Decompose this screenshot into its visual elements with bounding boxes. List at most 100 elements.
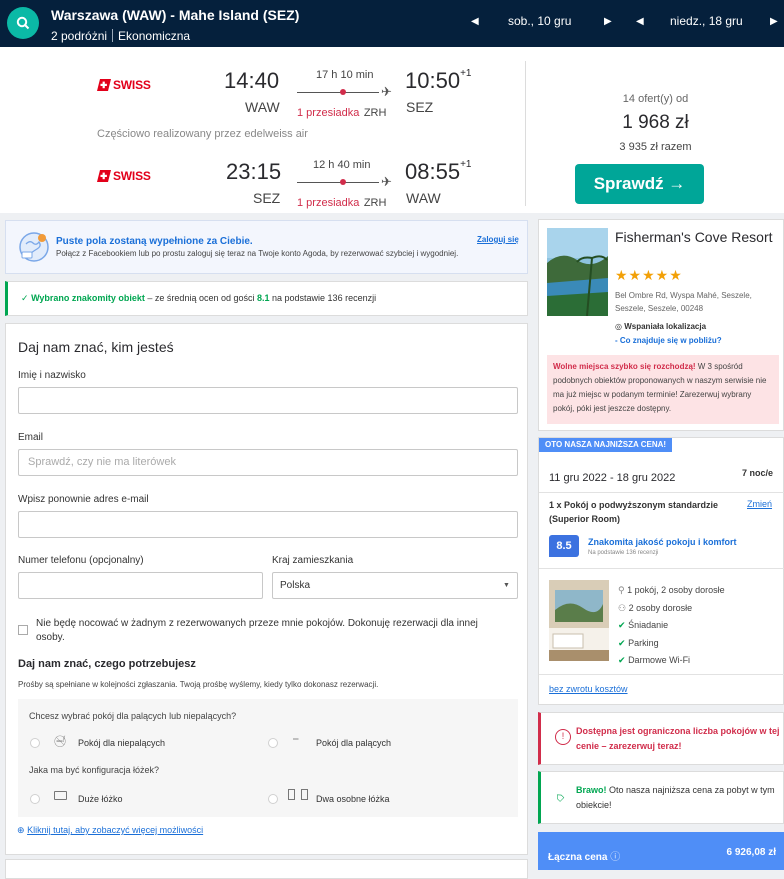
- outbound-dep-airport: WAW: [245, 99, 280, 115]
- no-refund-link[interactable]: bez zwrotu kosztów: [549, 684, 628, 694]
- location-badge: ◎ Wspaniała lokalizacja: [615, 322, 707, 331]
- inbound-arr-airport: WAW: [406, 190, 441, 206]
- globe-icon: [17, 230, 51, 269]
- country-select[interactable]: Polska ▼: [272, 572, 518, 599]
- smoking-radio[interactable]: [268, 738, 278, 748]
- selected-property-text: ✓ Wybrano znakomity obiekt – ze średnią …: [21, 293, 377, 303]
- prev-date-out-icon[interactable]: ◀: [471, 16, 479, 27]
- divider: [525, 61, 526, 206]
- email-label: Email: [18, 432, 44, 443]
- date-out[interactable]: sob., 10 gru: [508, 14, 571, 28]
- prev-date-back-icon[interactable]: ◀: [636, 16, 644, 27]
- feature-adults: ⚇ 2 osoby dorosłe: [618, 602, 693, 613]
- change-room-link[interactable]: Zmień: [747, 499, 772, 509]
- total-price-bar[interactable]: Łączna cena ⓘ 6 926,08 zł: [538, 832, 784, 870]
- inbound-duration: 12 h 40 min: [313, 159, 371, 171]
- travellers-count: 2 podróżni: [51, 29, 108, 43]
- form-title: Daj nam znać, kim jesteś: [18, 339, 174, 355]
- needs-title: Daj nam znać, czego potrzebujesz: [18, 658, 196, 670]
- check-flight-button[interactable]: Sprawdź →: [575, 164, 704, 204]
- email-placeholder: Sprawdź, czy nie ma literówek: [28, 456, 176, 468]
- feature-occupancy: ⚲ 1 pokój, 2 osoby dorosłe: [618, 585, 725, 595]
- caret-down-icon: ▼: [503, 582, 510, 589]
- inbound-dep-time: 23:15: [226, 159, 282, 184]
- flight-price: 1 968 zł: [622, 112, 689, 133]
- date-back[interactable]: niedz., 18 gru: [670, 14, 743, 28]
- room-score-text: Znakomita jakość pokoju i komfort: [588, 537, 737, 547]
- star-rating-icon: ★★★★★: [615, 267, 683, 283]
- more-options-text[interactable]: Kliknij tutaj, aby zobaczyć więcej możli…: [27, 825, 203, 835]
- outbound-duration: 17 h 10 min: [316, 69, 374, 81]
- divider: [539, 492, 784, 493]
- outbound-route-line: [297, 92, 379, 93]
- room-photo[interactable]: [549, 580, 609, 661]
- inbound-route-line: [297, 182, 379, 183]
- check-icon: ✓: [21, 293, 29, 303]
- person-icon: ⚲: [618, 585, 625, 595]
- non-smoking-label: Pokój dla niepalących: [78, 738, 166, 748]
- double-bed-icon: [54, 791, 67, 800]
- route-title[interactable]: Warszawa (WAW) - Mahe Island (SEZ): [51, 7, 299, 23]
- not-staying-checkbox[interactable]: [18, 625, 28, 635]
- next-date-back-icon[interactable]: ▶: [770, 16, 778, 27]
- lowest-price-badge: OTO NASZA NAJNIŻSZA CENA!: [539, 438, 673, 452]
- not-staying-label: Nie będę nocować w żadnym z rezerwowanyc…: [36, 618, 478, 643]
- search-icon[interactable]: [7, 7, 39, 39]
- flight-total: 3 935 zł razem: [619, 141, 692, 153]
- room-score-badge: 8.5: [549, 535, 579, 557]
- inbound-stop-airport: ZRH: [363, 197, 387, 209]
- next-date-out-icon[interactable]: ▶: [604, 16, 612, 27]
- smoking-label: Pokój dla palących: [316, 738, 392, 748]
- outbound-stops: 1 przesiadka: [297, 107, 360, 119]
- alarm-icon: !: [555, 729, 571, 745]
- feature-parking: ✔ Parking: [618, 637, 659, 648]
- email-confirm-input[interactable]: [18, 511, 518, 538]
- room-type: 1 x Pokój o podwyższonym standardzie (Su…: [549, 500, 719, 524]
- airline-logo-inbound: SWISS: [97, 169, 151, 183]
- name-input[interactable]: [18, 387, 518, 414]
- feature-wifi: ✔ Darmowe Wi-Fi: [618, 655, 691, 665]
- name-label: Imię i nazwisko: [18, 370, 86, 381]
- stay-dates: 11 gru 2022 - 18 gru 2022: [549, 472, 676, 484]
- twin-beds-label: Dwa osobne łóżka: [316, 794, 390, 804]
- hotel-name[interactable]: Fisherman's Cove Resort: [615, 227, 780, 247]
- booking-summary: OTO NASZA NAJNIŻSZA CENA! 11 gru 2022 - …: [538, 437, 784, 705]
- login-link[interactable]: Zaloguj się: [477, 235, 519, 244]
- best-price-banner: ⌂ Brawo! Oto nasza najniższa cena za pob…: [538, 771, 784, 824]
- operated-by-note: Częściowo realizowany przez edelweiss ai…: [97, 128, 308, 140]
- email-confirm-label: Wpisz ponownie adres e-mail: [18, 494, 149, 505]
- hotel-photo[interactable]: [547, 228, 608, 316]
- swiss-flag-icon: [97, 79, 111, 91]
- phone-input[interactable]: [18, 572, 263, 599]
- requests-box: Chcesz wybrać pokój dla palących lub nie…: [18, 699, 518, 817]
- login-prompt-title: Puste pola zostaną wypełnione za Ciebie.: [56, 236, 253, 247]
- inbound-stops: 1 przesiadka: [297, 197, 360, 209]
- email-input[interactable]: Sprawdź, czy nie ma literówek: [18, 449, 518, 476]
- guest-form: Daj nam znać, kim jesteś Imię i nazwisko…: [5, 323, 528, 855]
- login-prompt-text: Połącz z Facebookiem lub po prostu zalog…: [56, 249, 459, 258]
- nearby-link[interactable]: - Co znajduje się w pobliżu?: [615, 336, 722, 345]
- hotel-address: Bel Ombre Rd, Wyspa Mahé, Seszele, Sesze…: [615, 291, 752, 313]
- selected-property-banner: ✓ Wybrano znakomity obiekt – ze średnią …: [5, 281, 528, 316]
- twin-beds-radio[interactable]: [268, 794, 278, 804]
- check-icon: ✔: [618, 620, 626, 630]
- flight-card[interactable]: SWISS 14:40 WAW 17 h 10 min ✈ 1 przesiad…: [0, 47, 784, 213]
- travellers-summary[interactable]: 2 podróżni Ekonomiczna: [51, 29, 190, 43]
- outbound-stop-dot: [340, 89, 346, 95]
- room-features: ⚲ 1 pokój, 2 osoby dorosłe ⚇ 2 osoby dor…: [618, 582, 725, 670]
- info-icon: ⓘ: [610, 852, 621, 863]
- more-options-link[interactable]: ⊕ Kliknij tutaj, aby zobaczyć więcej moż…: [17, 825, 203, 836]
- non-smoking-radio[interactable]: [30, 738, 40, 748]
- total-price-value: 6 926,08 zł: [726, 847, 776, 858]
- swiss-flag-icon: [97, 170, 111, 182]
- limited-availability-alert: ! Dostępna jest ograniczona liczba pokoj…: [538, 712, 784, 765]
- plane-icon: ✈: [381, 84, 392, 99]
- hotel-card: Fisherman's Cove Resort ★★★★★ Bel Ombre …: [538, 219, 784, 431]
- next-section: [5, 859, 528, 879]
- big-bed-label: Duże łóżko: [78, 794, 123, 804]
- inbound-dep-airport: SEZ: [253, 190, 281, 206]
- big-bed-radio[interactable]: [30, 794, 40, 804]
- divider: [539, 674, 784, 675]
- people-icon: ⚇: [618, 602, 627, 613]
- room-score-sub: Na podstawie 136 recenzji: [588, 550, 659, 556]
